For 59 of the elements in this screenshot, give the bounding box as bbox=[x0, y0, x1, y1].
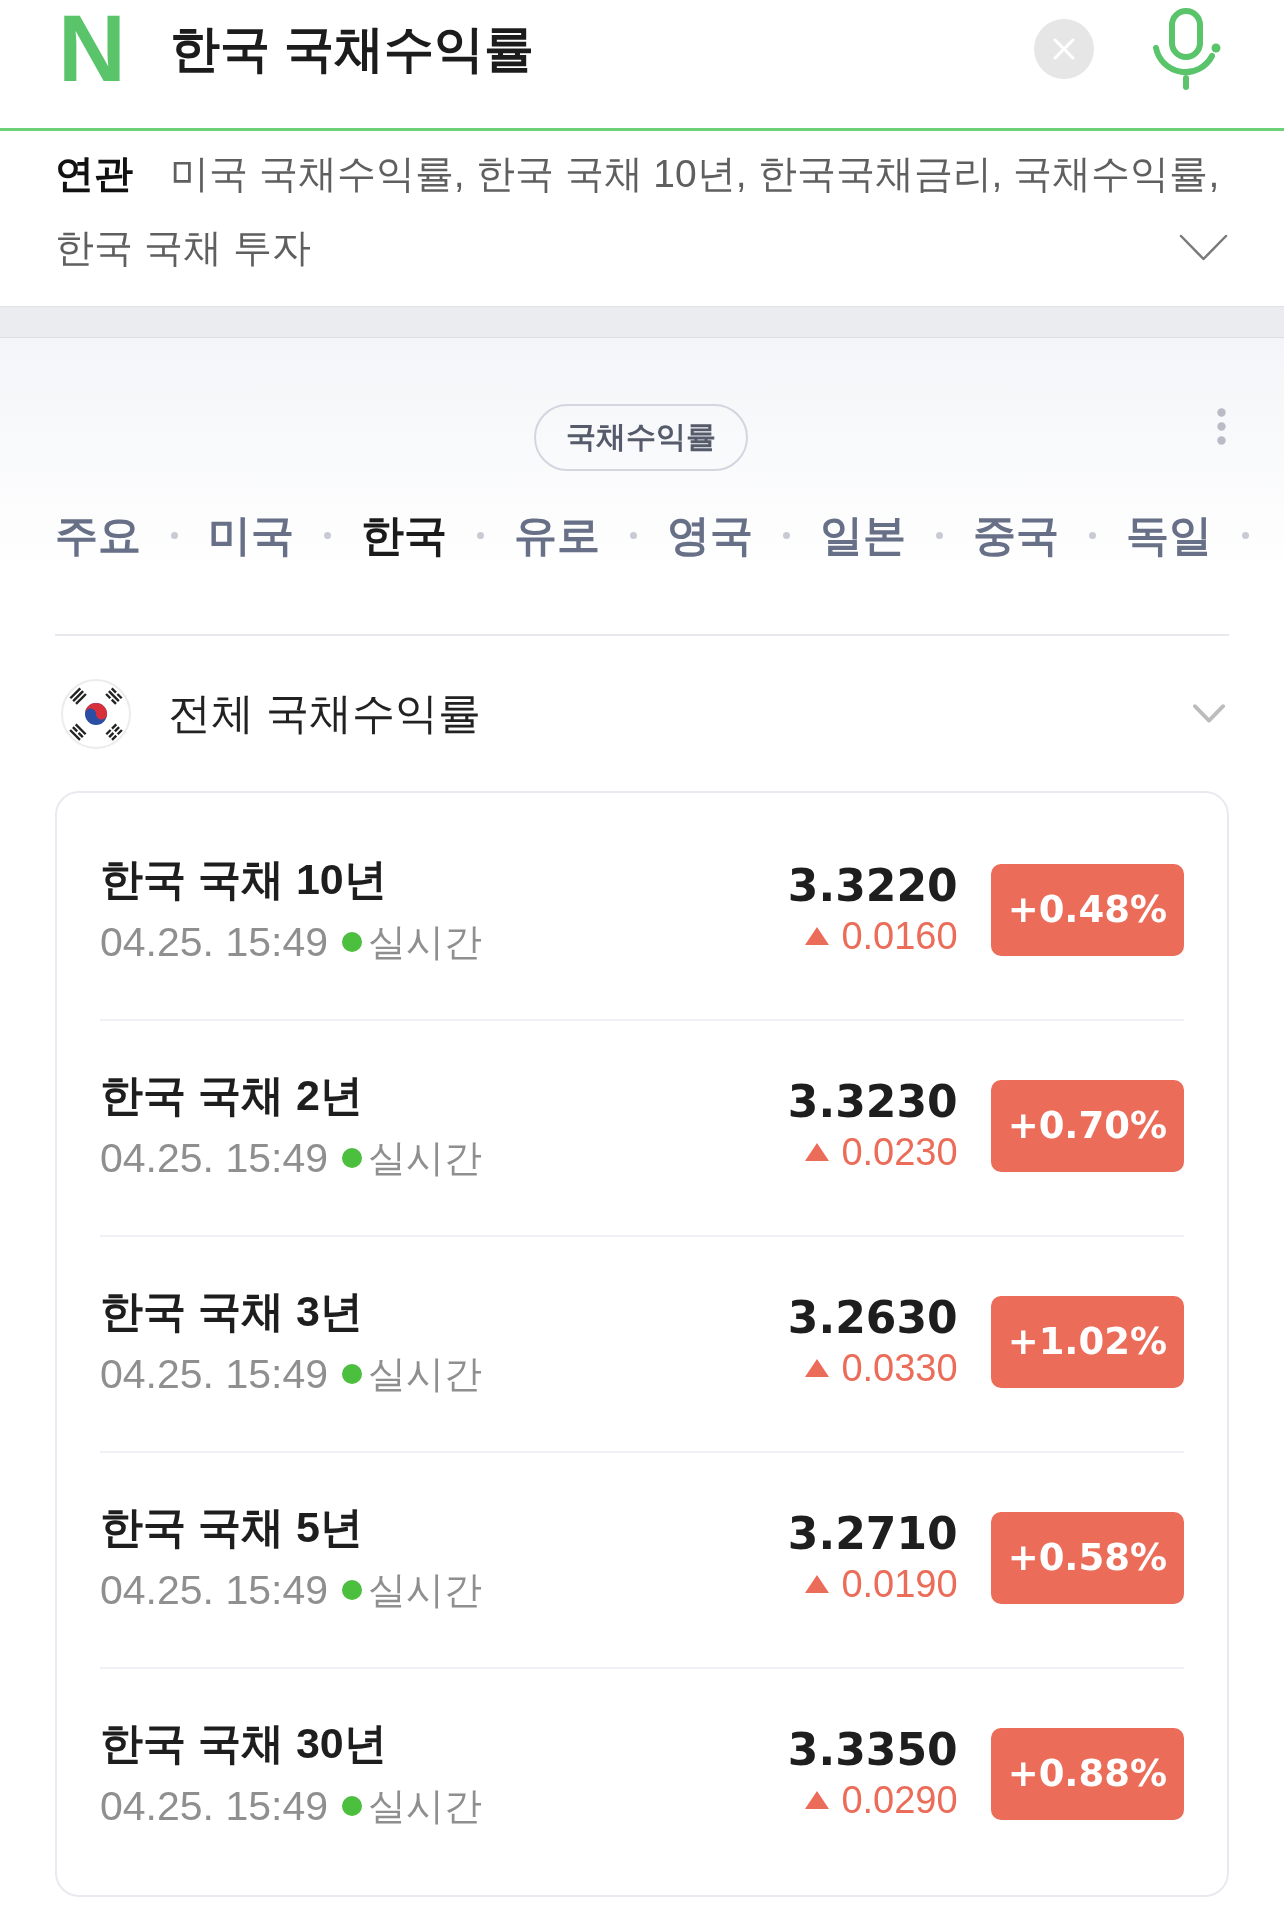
yield-value: 3.3230 bbox=[787, 1075, 958, 1128]
separator-dot-icon bbox=[783, 531, 790, 539]
yield-value: 3.3220 bbox=[787, 859, 958, 912]
realtime-label: 실시간 bbox=[368, 1568, 482, 1613]
related-search-link[interactable]: 한국국채금리, bbox=[757, 148, 1003, 200]
related-search-link[interactable]: 한국 국채 10년, bbox=[475, 148, 747, 200]
bond-name[interactable]: 한국 국채 10년 bbox=[100, 850, 482, 908]
yield-value: 3.2630 bbox=[787, 1291, 958, 1344]
timestamp: 04.25. 15:49 bbox=[100, 1134, 328, 1183]
yield-value: 3.2710 bbox=[787, 1507, 958, 1560]
timestamp: 04.25. 15:49 bbox=[100, 918, 328, 967]
category-chip[interactable]: 국채수익률 bbox=[533, 404, 748, 471]
country-tab[interactable]: 유로 bbox=[514, 507, 600, 563]
realtime-label: 실시간 bbox=[368, 1136, 482, 1181]
yield-value: 3.3350 bbox=[787, 1723, 958, 1776]
change-percent-badge: +0.88% bbox=[990, 1727, 1184, 1820]
timestamp: 04.25. 15:49 bbox=[100, 1566, 328, 1615]
more-icon[interactable] bbox=[1217, 408, 1226, 445]
change-percent-badge: +0.58% bbox=[990, 1511, 1184, 1604]
close-icon bbox=[1053, 38, 1075, 60]
change-value: 0.0160 bbox=[841, 913, 958, 959]
separator-dot-icon bbox=[630, 531, 637, 539]
change-percent-badge: +0.48% bbox=[990, 863, 1184, 956]
change-percent-badge: +0.70% bbox=[990, 1079, 1184, 1172]
country-tab[interactable]: 중국 bbox=[973, 507, 1059, 563]
separator-dot-icon bbox=[1089, 531, 1096, 539]
related-search-link[interactable]: 한국 국채 투자 bbox=[55, 222, 311, 274]
country-tab[interactable]: 영국 bbox=[667, 507, 753, 563]
bond-name[interactable]: 한국 국채 30년 bbox=[100, 1714, 482, 1772]
country-tab[interactable]: 주요 bbox=[55, 507, 141, 563]
related-search-link[interactable]: 미국 국채수익률, bbox=[170, 148, 465, 200]
related-label: 연관 bbox=[55, 151, 133, 197]
timestamp: 04.25. 15:49 bbox=[100, 1350, 328, 1399]
change-value: 0.0230 bbox=[841, 1129, 958, 1175]
separator-dot-icon bbox=[1242, 531, 1249, 539]
section-title: 전체 국채수익률 bbox=[168, 687, 481, 739]
separator-dot-icon bbox=[324, 531, 331, 539]
realtime-label: 실시간 bbox=[368, 1784, 482, 1829]
timestamp: 04.25. 15:49 bbox=[100, 1782, 328, 1831]
country-tab[interactable]: 독일 bbox=[1126, 507, 1212, 563]
change-value: 0.0190 bbox=[841, 1561, 958, 1607]
bond-name[interactable]: 한국 국채 3년 bbox=[100, 1282, 482, 1340]
country-tab[interactable]: 미국 bbox=[208, 507, 294, 563]
related-search-link[interactable]: 국채수익률, bbox=[1013, 148, 1220, 200]
separator-dot-icon bbox=[477, 531, 484, 539]
search-query[interactable]: 한국 국채수익률 bbox=[169, 19, 534, 79]
chevron-icon[interactable] bbox=[1193, 703, 1225, 724]
country-tab[interactable]: 일본 bbox=[820, 507, 906, 563]
country-tab[interactable]: 한국 bbox=[361, 507, 447, 563]
bond-name[interactable]: 한국 국채 2년 bbox=[100, 1066, 482, 1124]
bond-name[interactable]: 한국 국채 5년 bbox=[100, 1498, 482, 1556]
separator-dot-icon bbox=[936, 531, 943, 539]
change-value: 0.0330 bbox=[841, 1345, 958, 1391]
flag-icon bbox=[61, 678, 131, 749]
realtime-label: 실시간 bbox=[368, 920, 482, 965]
realtime-label: 실시간 bbox=[368, 1352, 482, 1397]
change-percent-badge: +1.02% bbox=[990, 1295, 1184, 1388]
separator-dot-icon bbox=[171, 531, 178, 539]
change-value: 0.0290 bbox=[841, 1777, 958, 1823]
